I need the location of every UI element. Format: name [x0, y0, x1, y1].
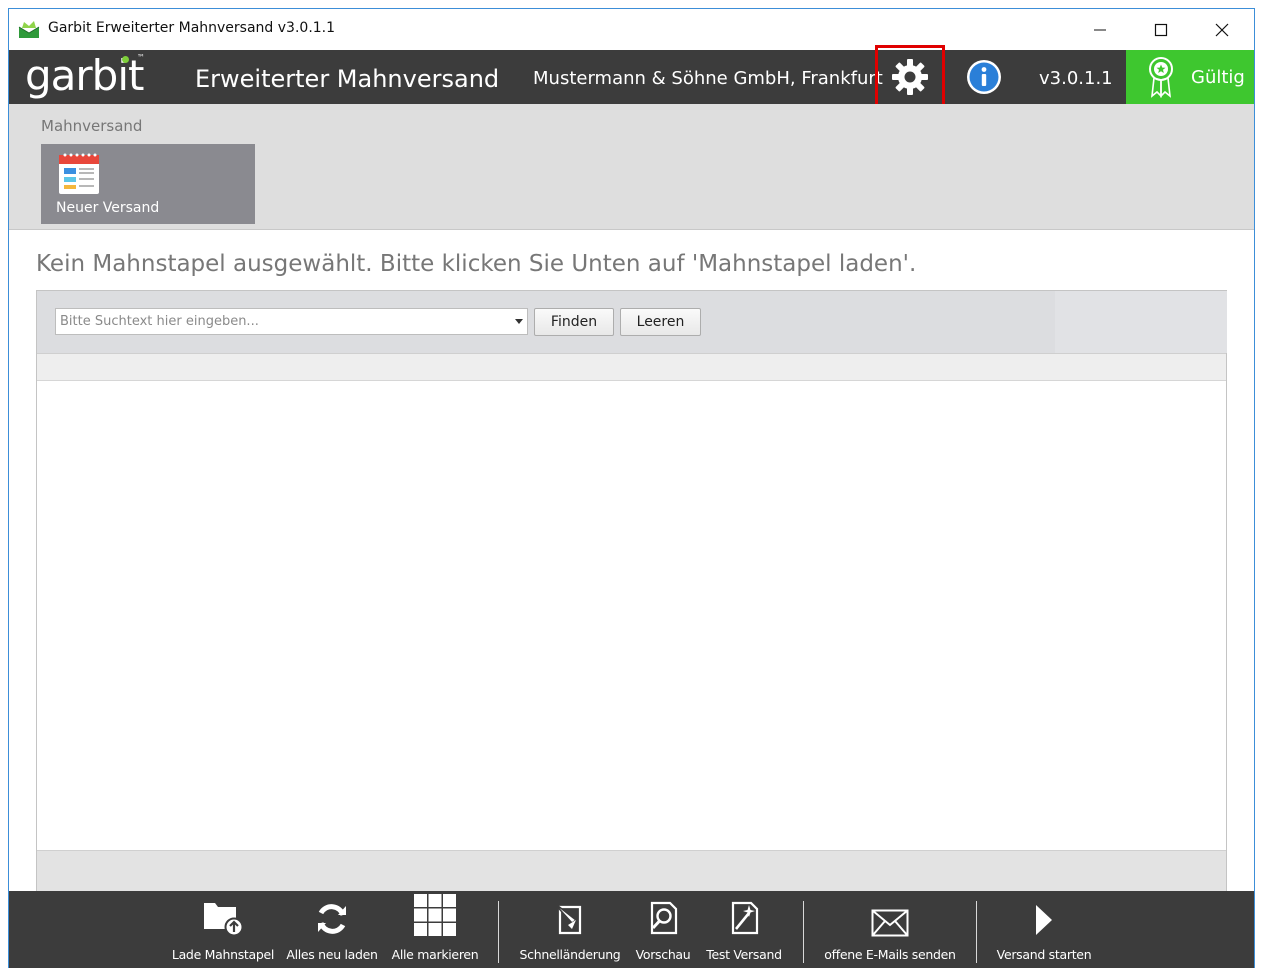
quick-edit-icon	[552, 901, 582, 935]
settings-button[interactable]	[875, 45, 945, 108]
find-button[interactable]: Finden	[534, 308, 614, 336]
maximize-icon	[1154, 23, 1168, 36]
bottom-toolbar: Lade Mahnstapel Alles neu laden Alle mar…	[9, 891, 1254, 968]
test-send-button[interactable]: Test Versand	[701, 891, 787, 968]
reload-all-button[interactable]: Alles neu laden	[284, 891, 380, 968]
search-bar-shade	[1055, 291, 1227, 353]
tool-label: Lade Mahnstapel	[171, 947, 275, 962]
tool-label: Test Versand	[706, 947, 782, 962]
status-message: Kein Mahnstapel ausgewählt. Bitte klicke…	[36, 251, 917, 277]
ribbon-group-label: Mahnversand	[41, 117, 143, 135]
garbit-logo: garbit ™	[25, 52, 145, 100]
grid-body[interactable]	[37, 381, 1226, 850]
company-name: Mustermann & Söhne GmbH, Frankfurt	[533, 68, 883, 89]
folder-upload-icon	[204, 903, 244, 937]
quick-edit-button[interactable]: Schnelländerung	[516, 891, 624, 968]
search-bar: Finden Leeren	[37, 291, 1227, 354]
logo-trademark: ™	[137, 53, 145, 62]
preview-icon	[650, 901, 678, 935]
search-combobox[interactable]	[55, 308, 528, 335]
send-open-mails-button[interactable]: offene E-Mails senden	[817, 891, 963, 968]
tool-label: Alle markieren	[391, 947, 479, 962]
start-dispatch-button[interactable]: Versand starten	[989, 891, 1099, 968]
gear-icon	[892, 58, 928, 95]
clear-button[interactable]: Leeren	[620, 308, 701, 336]
new-dispatch-label: Neuer Versand	[56, 200, 160, 216]
dropdown-arrow-icon[interactable]	[515, 319, 523, 324]
tool-label: Vorschau	[635, 947, 691, 962]
app-window: Garbit Erweiterter Mahnversand v3.0.1.1 …	[8, 8, 1255, 968]
maximize-button[interactable]	[1130, 9, 1192, 50]
tool-label: Versand starten	[996, 947, 1092, 962]
license-status[interactable]: Gültig	[1126, 50, 1254, 104]
mail-icon	[871, 909, 909, 937]
toolbar-separator	[498, 901, 499, 963]
new-dispatch-button[interactable]: Neuer Versand	[41, 144, 255, 224]
logo-dot	[122, 56, 129, 63]
minimize-icon	[1094, 29, 1106, 30]
play-icon	[1036, 905, 1052, 935]
award-ribbon-icon	[1149, 57, 1173, 98]
grid-header	[37, 354, 1226, 381]
tool-label: Alles neu laden	[286, 947, 378, 962]
refresh-icon	[318, 904, 346, 934]
batch-panel: Finden Leeren	[36, 290, 1227, 891]
app-header: garbit ™ Erweiterter Mahnversand Musterm…	[9, 45, 1254, 108]
title-bar: Garbit Erweiterter Mahnversand v3.0.1.1	[9, 9, 1254, 50]
tool-label: offene E-Mails senden	[824, 947, 956, 962]
grid-select-icon	[414, 894, 456, 936]
app-name: Erweiterter Mahnversand	[195, 65, 500, 93]
test-send-icon	[731, 901, 759, 935]
close-button[interactable]	[1191, 9, 1253, 50]
version-label: v3.0.1.1	[1039, 68, 1113, 89]
toolbar-separator	[803, 901, 804, 963]
info-button[interactable]	[965, 58, 1003, 96]
notepad-icon	[59, 153, 99, 194]
minimize-button[interactable]	[1069, 9, 1131, 50]
info-icon	[967, 60, 1001, 94]
window-title: Garbit Erweiterter Mahnversand v3.0.1.1	[48, 20, 336, 36]
grid-footer	[37, 850, 1226, 891]
tool-label: Schnelländerung	[519, 947, 621, 962]
toolbar-separator	[976, 901, 977, 963]
load-batch-button[interactable]: Lade Mahnstapel	[171, 891, 275, 968]
preview-button[interactable]: Vorschau	[631, 891, 695, 968]
ribbon: Mahnversand Neuer Versand	[9, 104, 1254, 230]
license-label: Gültig	[1191, 67, 1245, 88]
app-logo-icon	[18, 21, 40, 38]
search-input[interactable]	[60, 310, 505, 333]
select-all-button[interactable]: Alle markieren	[389, 891, 481, 968]
close-icon	[1215, 23, 1229, 36]
